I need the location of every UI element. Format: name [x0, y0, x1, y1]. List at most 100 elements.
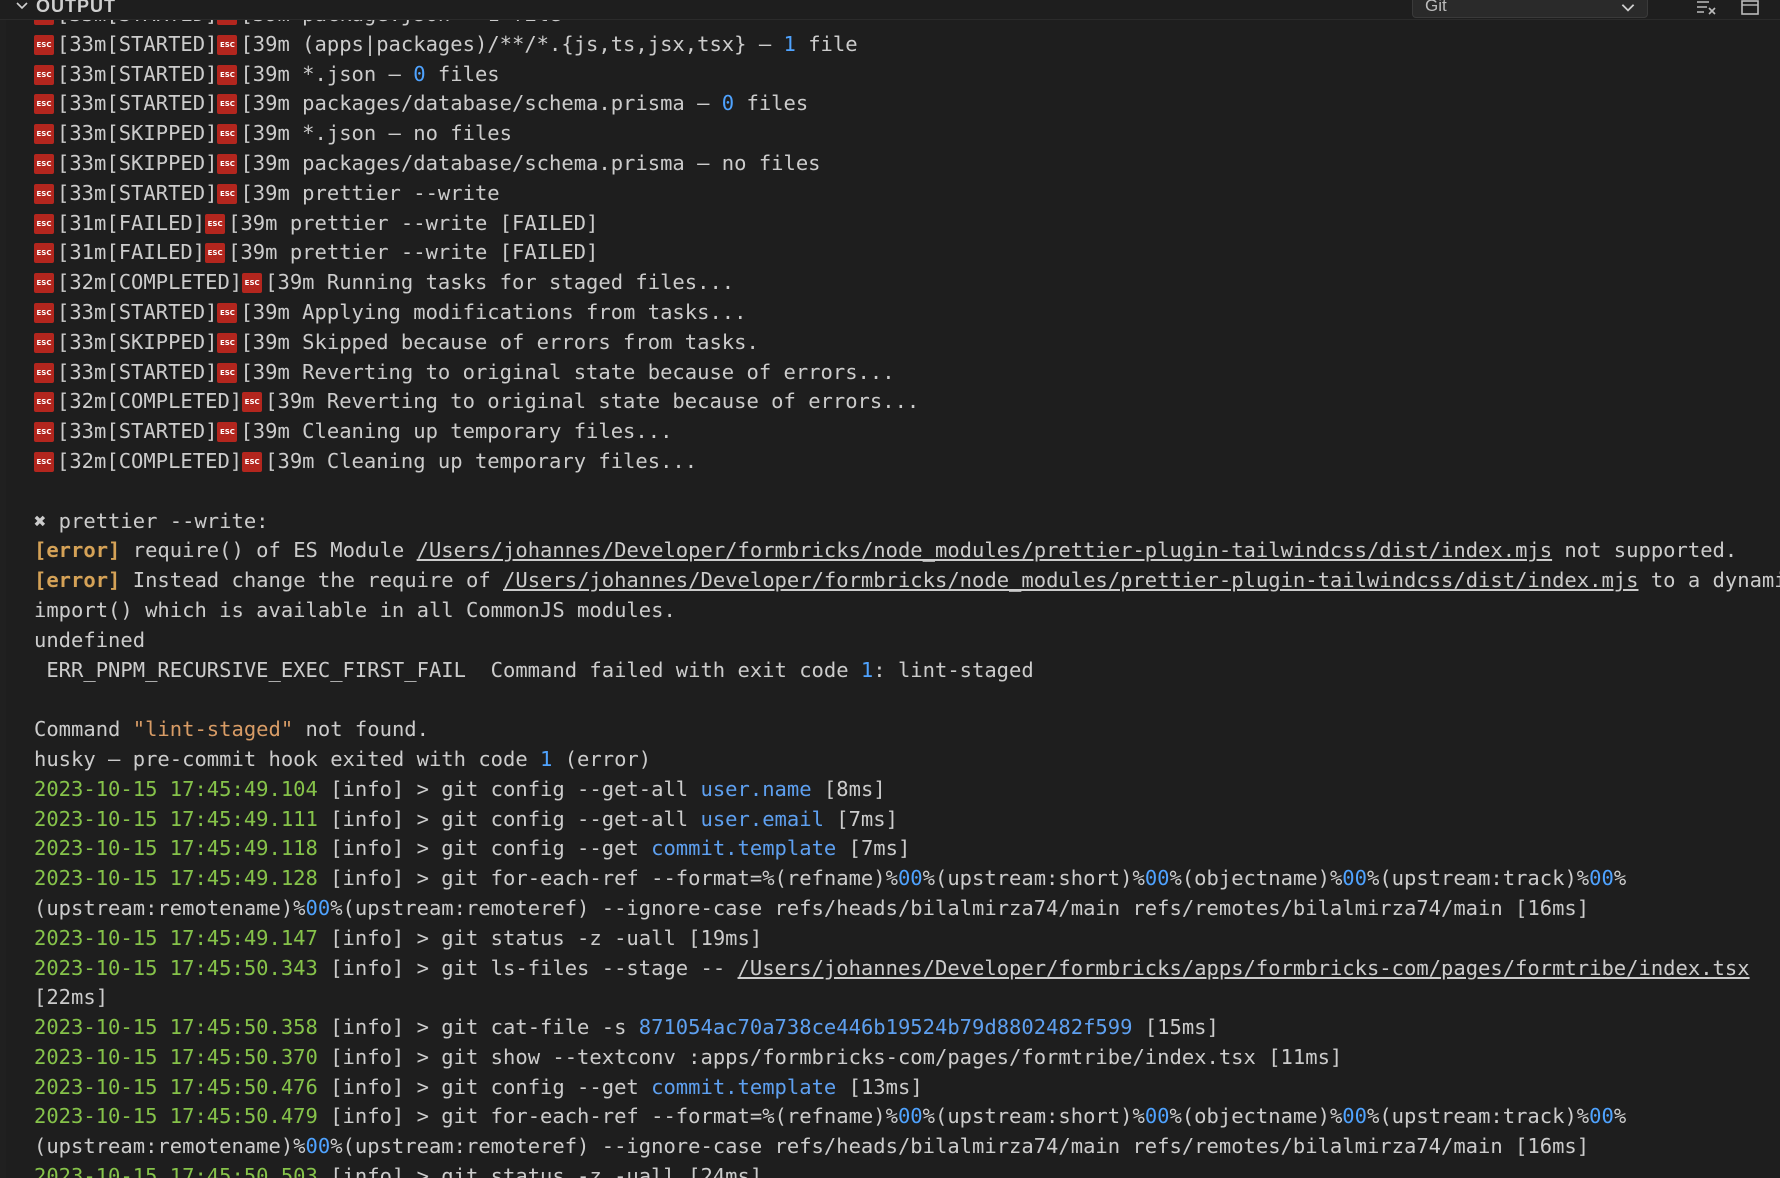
log-text: [39m prettier --write [FAILED] — [228, 240, 599, 265]
log-highlight: user.name — [700, 776, 812, 801]
esc-badge: ESC — [34, 392, 54, 413]
log-text: [info] > git config --get — [317, 836, 652, 861]
log-line: ERR_PNPM_RECURSIVE_EXEC_FIRST_FAIL Comma… — [34, 656, 1768, 686]
esc-badge: ESC — [205, 213, 226, 234]
log-line: ESC [33m[STARTED] ESC [39m *.json – 0 files — [34, 60, 1768, 90]
log-timestamp: 2023-10-15 17:45:49.147 — [34, 925, 318, 950]
log-number: 00 — [1589, 866, 1614, 891]
log-text: [39m prettier --write — [240, 180, 500, 205]
log-text: files — [734, 91, 809, 116]
esc-badge: ESC — [34, 362, 54, 383]
log-timestamp: 2023-10-15 17:45:50.343 — [34, 955, 318, 980]
log-text: [39m *.json – — [240, 61, 414, 86]
log-number: 00 — [1144, 866, 1170, 891]
log-text: [info] > git for-each-ref --format=%(ref… — [317, 1104, 898, 1129]
esc-badge: ESC — [34, 64, 54, 85]
chevron-down-icon — [1621, 4, 1635, 12]
esc-badge: ESC — [34, 451, 54, 472]
clear-output-icon[interactable] — [1694, 0, 1718, 18]
log-line: Command "lint-staged" not found. — [34, 715, 1768, 745]
log-line: 2023-10-15 17:45:49.118 [info] > git con… — [34, 834, 1768, 864]
file-path-link[interactable]: /Users/johannes/Developer/formbricks/nod… — [417, 538, 1552, 562]
log-text: [info] > git status -z -uall [24ms] — [317, 1164, 763, 1178]
log-line: ESC [33m[SKIPPED] ESC [39m Skipped because … — [34, 328, 1768, 358]
esc-badge: ESC — [205, 243, 226, 264]
log-line: ESC [31m[FAILED] ESC [39m prettier --write … — [34, 238, 1768, 268]
chevron-down-icon — [16, 2, 28, 10]
log-line: ESC [33m[STARTED] ESC [39m Cleaning up temp… — [34, 417, 1768, 447]
output-log[interactable]: ESC[33m[STARTED]ESC[39m package.json - 1… — [0, 20, 1780, 1178]
log-line: husky – pre-commit hook exited with code… — [34, 745, 1768, 775]
log-timestamp: 2023-10-15 17:45:50.358 — [34, 1015, 318, 1040]
log-text: Instead change the require of — [120, 568, 504, 593]
log-number: 00 — [305, 1134, 331, 1159]
log-timestamp: 2023-10-15 17:45:49.128 — [34, 866, 318, 891]
output-panel-header: OUTPUT Git — [0, 0, 1780, 20]
log-line: 2023-10-15 17:45:50.503 [info] > git sta… — [34, 1162, 1768, 1178]
log-timestamp: 2023-10-15 17:45:50.370 — [34, 1044, 318, 1069]
log-text: to a dynamic — [1650, 568, 1780, 593]
maximize-panel-icon[interactable] — [1738, 0, 1762, 18]
esc-badge: ESC — [34, 20, 54, 25]
log-text: husky – pre-commit hook exited with code — [34, 746, 541, 771]
log-text: [39m Cleaning up temporary files... — [240, 419, 673, 444]
log-text: [32m[COMPLETED] — [57, 389, 243, 414]
log-line: ✖ prettier --write: — [34, 507, 1768, 537]
esc-badge: ESC — [34, 153, 54, 174]
esc-badge: ESC — [217, 422, 238, 443]
log-text: [33m[SKIPPED] — [57, 150, 218, 175]
log-text: [32m[COMPLETED] — [57, 270, 243, 295]
log-line: undefined — [34, 626, 1768, 656]
log-line: import() which is available in all Commo… — [34, 596, 1768, 626]
log-highlight: commit.template — [651, 1074, 837, 1099]
esc-badge: ESC — [34, 183, 54, 204]
log-timestamp: 2023-10-15 17:45:50.476 — [34, 1074, 318, 1099]
log-string: "lint-staged" — [132, 717, 294, 742]
log-line: 2023-10-15 17:45:49.147 [info] > git sta… — [34, 924, 1768, 954]
log-text: [31m[FAILED] — [57, 210, 206, 235]
log-text: [39m packages/database/schema.prisma – — [240, 91, 722, 116]
file-path-link[interactable]: /Users/johannes/Developer/formbricks/app… — [738, 956, 1750, 980]
log-number: 1 — [783, 31, 796, 56]
log-line: 2023-10-15 17:45:49.128 [info] > git for… — [34, 864, 1768, 894]
log-timestamp: 2023-10-15 17:45:49.104 — [34, 776, 318, 801]
log-text: [39m prettier --write [FAILED] — [228, 210, 599, 235]
output-channel-select[interactable]: Git — [1412, 0, 1648, 18]
log-highlight: user.email — [700, 806, 824, 831]
log-text: %(upstream:track)% — [1366, 866, 1590, 891]
log-text: [15ms] — [1132, 1015, 1219, 1040]
log-line: 2023-10-15 17:45:50.370 [info] > git sho… — [34, 1043, 1768, 1073]
log-text: [39m (apps|packages)/**/*.{js,ts,jsx,tsx… — [240, 31, 784, 56]
log-number: 00 — [305, 895, 331, 920]
log-text: [33m[SKIPPED] — [57, 329, 218, 354]
esc-badge: ESC — [217, 362, 238, 383]
log-text: [33m[STARTED] — [57, 61, 218, 86]
log-highlight: commit.template — [651, 836, 837, 861]
log-text: files — [425, 61, 500, 86]
file-path-link[interactable]: /Users/johannes/Developer/formbricks/nod… — [503, 568, 1638, 592]
log-number: 1 — [540, 746, 553, 771]
log-timestamp: 2023-10-15 17:45:49.111 — [34, 806, 318, 831]
log-line: 2023-10-15 17:45:50.479 [info] > git for… — [34, 1102, 1768, 1132]
log-line: ESC [32m[COMPLETED] ESC [39m Running tasks … — [34, 268, 1768, 298]
esc-badge: ESC — [34, 243, 54, 264]
log-text: [39m Applying modifications from tasks..… — [240, 299, 747, 324]
output-panel-toggle[interactable]: OUTPUT — [14, 0, 116, 18]
esc-badge: ESC — [217, 332, 238, 353]
log-text: %(upstream:short)% — [922, 1104, 1145, 1129]
log-text: [33m[STARTED] — [57, 419, 218, 444]
log-text: [info] > git show --textconv :apps/formb… — [317, 1044, 1343, 1069]
error-tag: [error] — [34, 568, 121, 593]
log-text: [33m[STARTED] — [57, 299, 218, 324]
log-text: undefined — [34, 627, 146, 652]
log-text: [39m Running tasks for staged files... — [265, 270, 735, 295]
log-text: package.json - 1 file — [302, 20, 561, 26]
log-text: [info] > git for-each-ref --format=%(ref… — [317, 866, 898, 891]
log-text: [13ms] — [836, 1074, 923, 1099]
log-text: [33m[STARTED] — [57, 31, 218, 56]
log-text: [info] > git status -z -uall [19ms] — [317, 925, 763, 950]
log-line: [error] Instead change the require of /U… — [34, 566, 1780, 596]
log-text: : lint-staged — [873, 657, 1034, 682]
esc-badge: ESC — [242, 392, 263, 413]
